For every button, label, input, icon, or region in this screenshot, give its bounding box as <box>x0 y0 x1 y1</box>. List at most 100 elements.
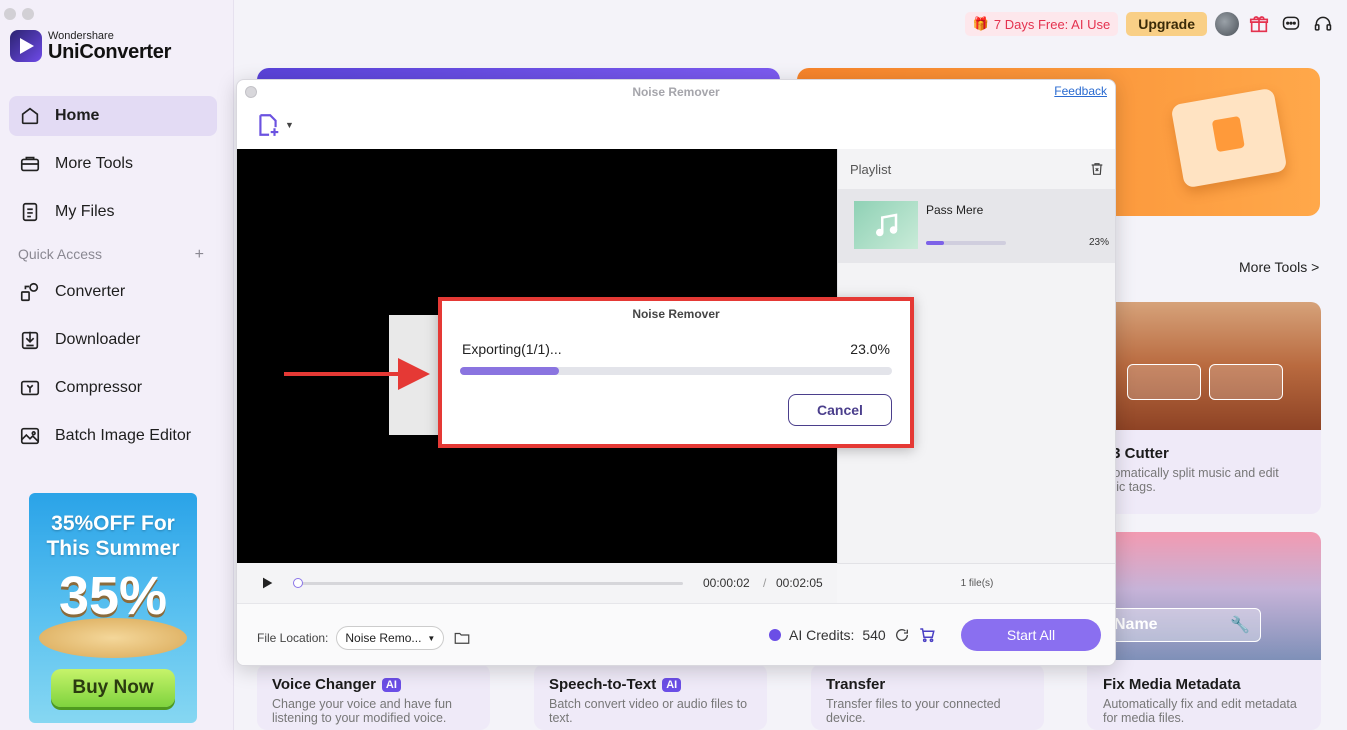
tool-title: Fix Media Metadata <box>1103 676 1241 693</box>
clear-playlist-icon[interactable] <box>1089 161 1105 177</box>
headset-support-icon[interactable] <box>1311 12 1335 36</box>
tool-title: Speech-to-Text <box>549 676 657 693</box>
waveform-icon <box>1127 364 1201 400</box>
window-controls <box>4 8 34 20</box>
file-location: File Location: Noise Remo... ▼ <box>257 626 472 650</box>
total-time: 00:02:05 <box>776 576 823 590</box>
nav-label: My Files <box>55 203 115 220</box>
gift-icon: 🎁 <box>972 16 989 31</box>
add-file-button[interactable]: ▼ <box>255 112 294 138</box>
nav-item-my-files[interactable]: My Files <box>9 192 217 232</box>
tool-card-transfer[interactable]: Transfer Transfer files to your connecte… <box>811 664 1044 730</box>
playlist-item[interactable]: Pass Mere 23% <box>838 189 1115 263</box>
minimize-window-button[interactable] <box>22 8 34 20</box>
red-arrow-annotation <box>284 358 430 390</box>
top-bar: 🎁 7 Days Free: AI Use Upgrade <box>964 12 1335 36</box>
export-status: Exporting(1/1)... <box>462 341 562 357</box>
export-progress-bar <box>460 367 892 375</box>
promo-title: 35%OFF For This Summer <box>46 512 180 560</box>
free-trial-badge[interactable]: 🎁 7 Days Free: AI Use <box>964 12 1119 36</box>
file-location-select[interactable]: Noise Remo... ▼ <box>336 626 445 650</box>
seek-bar[interactable] <box>293 578 683 588</box>
ai-credits-value: 540 <box>862 627 886 643</box>
time-separator: / <box>763 576 767 590</box>
upgrade-button[interactable]: Upgrade <box>1126 12 1207 36</box>
download-window-illustration <box>1170 87 1288 189</box>
nav-item-downloader[interactable]: Downloader <box>9 320 217 360</box>
converter-icon <box>20 282 39 302</box>
tool-title: p3 Cutter <box>1103 445 1169 462</box>
nav-label: More Tools <box>55 155 133 172</box>
tool-desc: Automatically fix and edit metadata for … <box>1103 697 1297 725</box>
summer-promo-banner[interactable]: 35%OFF For This Summer 35% Buy Now <box>29 493 197 723</box>
waveform-icon <box>1209 364 1283 400</box>
tool-card-voice-changer[interactable]: Voice Changer AI Change your voice and h… <box>257 664 490 730</box>
name-pill-label: Name <box>1114 616 1158 633</box>
free-trial-label: 7 Days Free: AI Use <box>993 16 1111 32</box>
toolbox-icon <box>20 156 40 172</box>
close-window-button[interactable] <box>4 8 16 20</box>
name-field-illustration: Name 🔧 <box>1101 608 1261 642</box>
seek-handle[interactable] <box>293 578 303 588</box>
playlist-header: Playlist <box>838 149 1115 189</box>
metadata-image: Name 🔧 <box>1087 532 1321 660</box>
play-icon[interactable] <box>259 575 275 591</box>
ai-credits-icon <box>769 629 781 641</box>
sidebar: Wondershare UniConverter Home More Tools… <box>0 0 234 730</box>
tool-desc: Change your voice and have fun listening… <box>272 697 452 725</box>
tool-title-row: Voice Changer AI <box>272 676 477 693</box>
chat-icon[interactable] <box>1279 12 1303 36</box>
nav-item-compressor[interactable]: Compressor <box>9 368 217 408</box>
playlist-label: Playlist <box>850 161 892 177</box>
cancel-button[interactable]: Cancel <box>788 394 892 426</box>
nav-label: Downloader <box>55 331 141 348</box>
start-all-button[interactable]: Start All <box>961 619 1101 651</box>
quick-access-label: Quick Access <box>18 246 103 262</box>
tool-card-speech-to-text[interactable]: Speech-to-Text AI Batch convert video or… <box>534 664 767 730</box>
export-percent: 23.0% <box>850 341 890 357</box>
tool-desc: utomatically split music and edit usic t… <box>1103 466 1279 494</box>
tool-card-mp3-cutter[interactable]: p3 Cutter utomatically split music and e… <box>1087 302 1321 514</box>
quick-access-add-button[interactable]: + <box>195 246 204 264</box>
feedback-link[interactable]: Feedback <box>1054 84 1107 98</box>
ai-badge: AI <box>381 677 401 692</box>
downloader-icon <box>21 331 39 350</box>
compressor-icon <box>20 380 40 396</box>
quick-access-list: Converter Downloader Compressor Batch Im… <box>9 272 217 464</box>
tool-title: Transfer <box>826 676 886 693</box>
file-icon <box>22 202 38 222</box>
avatar[interactable] <box>1215 12 1239 36</box>
ai-badge: AI <box>662 677 682 692</box>
chevron-down-icon: ▼ <box>285 120 294 130</box>
player-controls: 00:00:02 / 00:02:05 <box>237 563 837 603</box>
uniconverter-logo-icon <box>10 30 42 62</box>
home-icon <box>21 107 39 125</box>
folder-icon[interactable] <box>452 629 472 647</box>
brand: Wondershare UniConverter <box>10 30 171 62</box>
mp3-cutter-image <box>1087 302 1321 430</box>
more-tools-link[interactable]: More Tools > <box>1239 259 1319 275</box>
nav-label: Home <box>55 107 100 124</box>
nav-label: Converter <box>55 283 126 300</box>
window-title: Noise Remover <box>632 85 720 99</box>
buy-now-button[interactable]: Buy Now <box>51 669 175 707</box>
chevron-down-icon: ▼ <box>427 633 436 643</box>
tool-title: Voice Changer <box>272 676 376 693</box>
nav-item-more-tools[interactable]: More Tools <box>9 144 217 184</box>
nav-label: Compressor <box>55 379 143 396</box>
main-nav: Home More Tools My Files <box>9 96 217 240</box>
nav-item-batch-image-editor[interactable]: Batch Image Editor <box>9 416 217 456</box>
export-progress-dialog: Noise Remover Exporting(1/1)... 23.0% Ca… <box>438 297 914 448</box>
gift-box-icon[interactable] <box>1247 12 1271 36</box>
tool-desc: Batch convert video or audio files to te… <box>549 697 748 725</box>
playlist-item-name: Pass Mere <box>926 203 984 217</box>
tool-card-fix-media-metadata[interactable]: Name 🔧 Fix Media Metadata Automatically … <box>1087 532 1321 730</box>
refresh-icon[interactable] <box>894 627 910 643</box>
brand-name: UniConverter <box>48 41 172 63</box>
nav-item-home[interactable]: Home <box>9 96 217 136</box>
cart-icon[interactable] <box>918 626 936 644</box>
promo-island-illustration <box>39 618 187 658</box>
window-footer: File Location: Noise Remo... ▼ AI Credit… <box>237 603 1115 665</box>
nav-item-converter[interactable]: Converter <box>9 272 217 312</box>
quick-access-header: Quick Access + <box>18 246 204 264</box>
